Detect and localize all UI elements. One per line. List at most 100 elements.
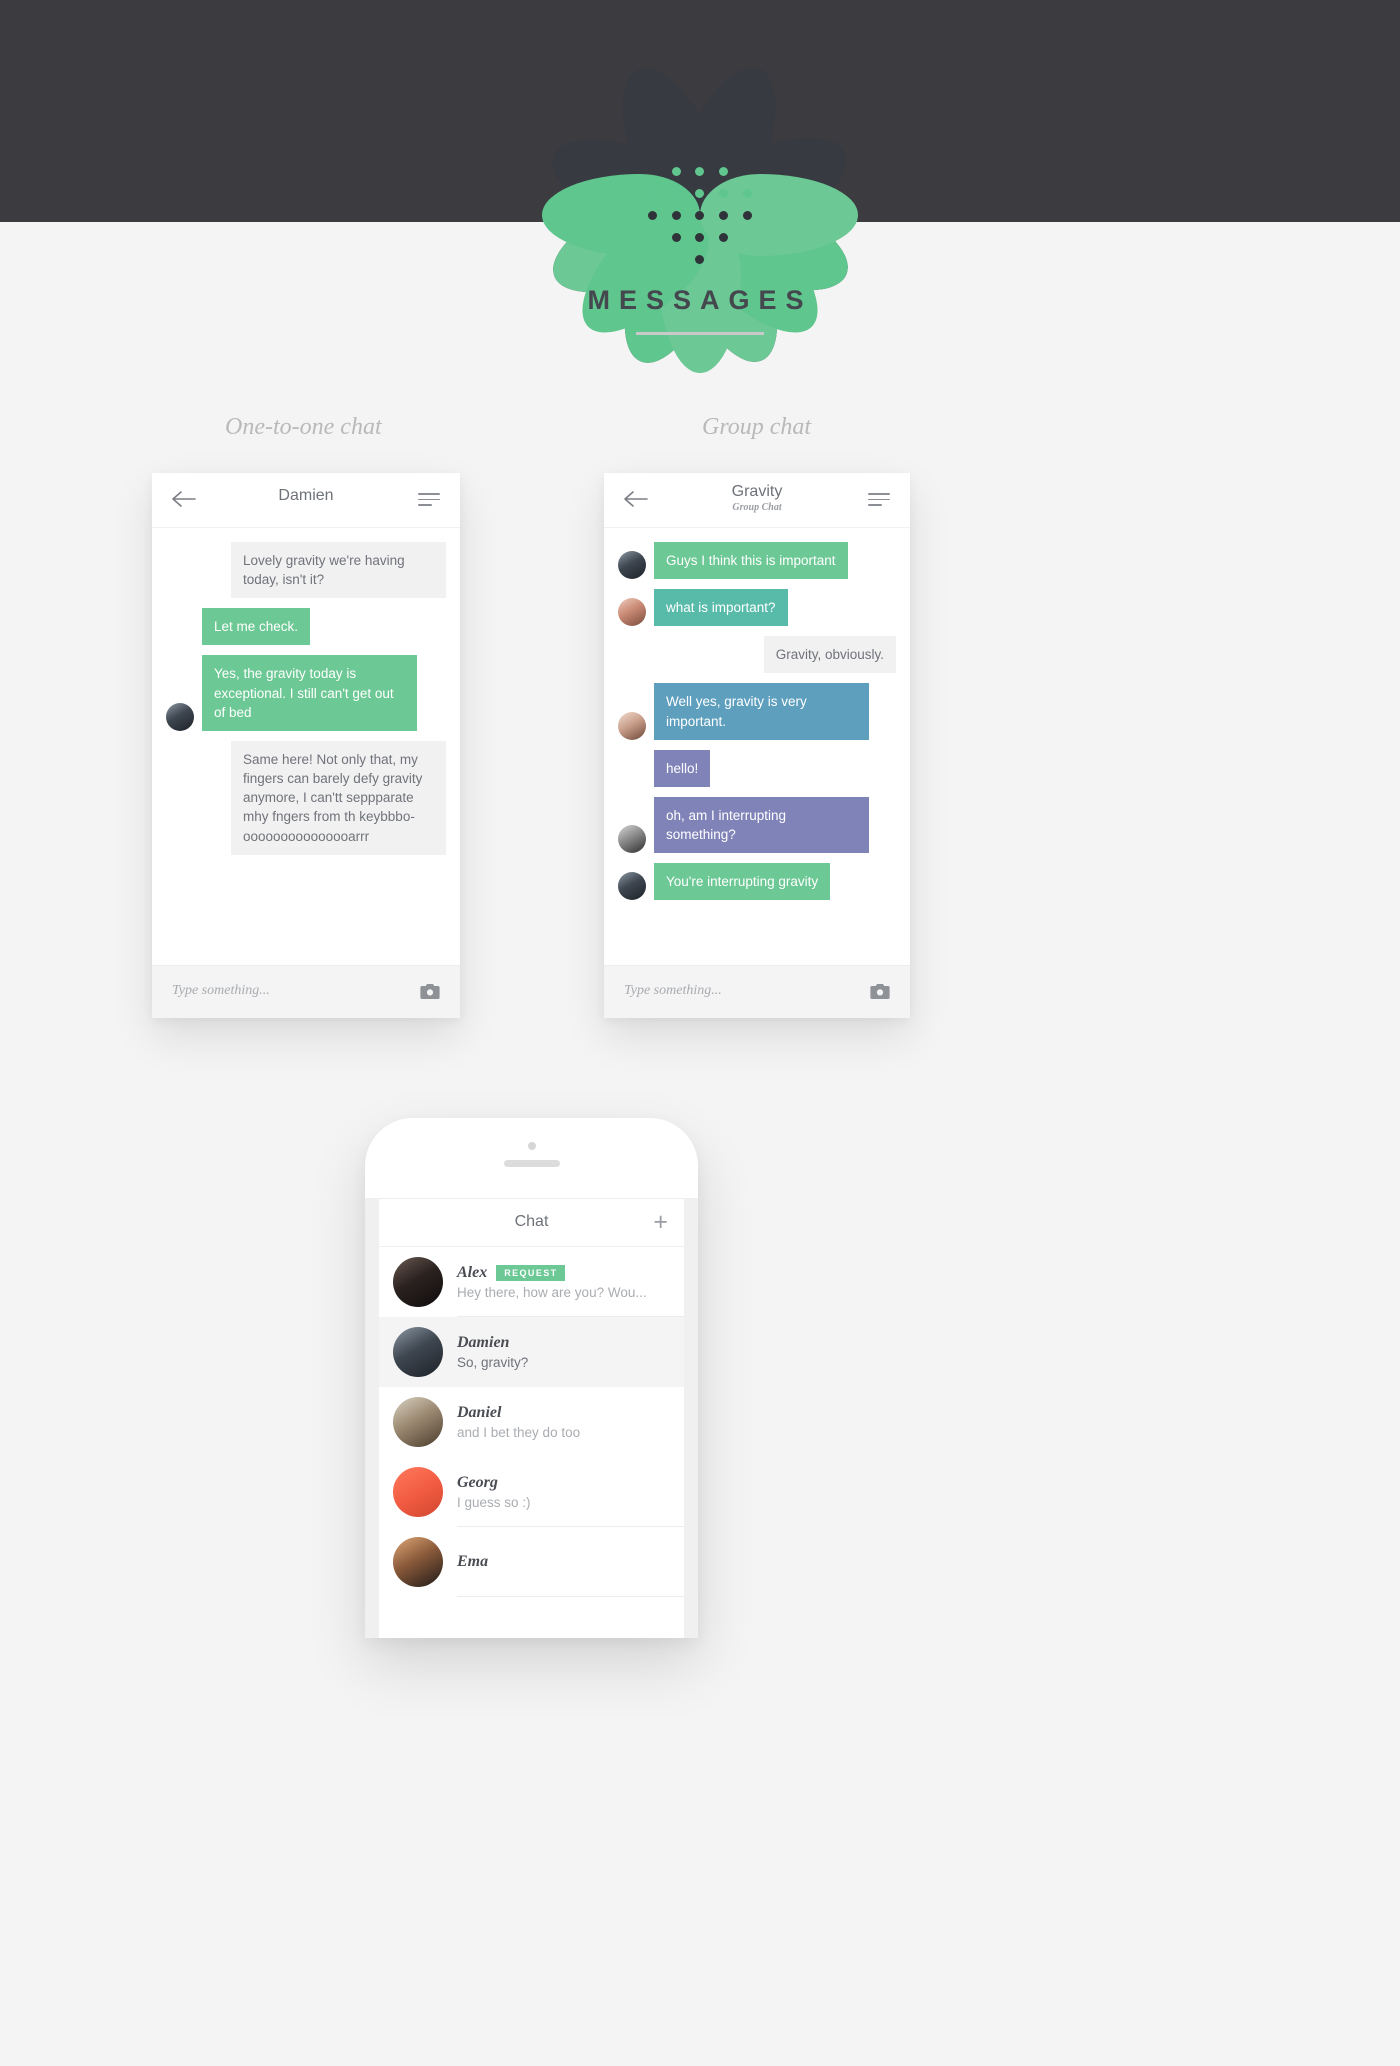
back-arrow-icon[interactable]: [624, 490, 648, 508]
message-list-group: Guys I think this is important what is im…: [604, 528, 910, 965]
hamburger-menu-icon[interactable]: [868, 493, 890, 507]
chat-list-title: Chat: [514, 1213, 549, 1230]
chat-list-item[interactable]: Damien So, gravity?: [379, 1317, 684, 1387]
back-arrow-icon[interactable]: [172, 490, 196, 508]
message-bubble: Guys I think this is important: [654, 542, 848, 580]
chat-list-item-preview: and I bet they do too: [457, 1425, 581, 1440]
title-divider: [636, 332, 764, 335]
one-to-one-chat-card: Damien Lovely gravity we're having today…: [152, 473, 460, 1018]
chat-list-item-preview: So, gravity?: [457, 1355, 529, 1370]
phone-camera-dot: [527, 1142, 536, 1150]
message-input-bar[interactable]: Type something...: [152, 965, 460, 1018]
message-row: Yes, the gravity today is exceptional. I…: [166, 655, 446, 731]
status-badge: REQUEST: [496, 1265, 565, 1281]
chat-list-name-row: Alex REQUEST: [457, 1264, 670, 1282]
avatar[interactable]: [618, 711, 646, 740]
plus-icon[interactable]: +: [653, 1210, 668, 1235]
message-bubble: Gravity, obviously.: [763, 636, 896, 674]
chat-title: Damien: [278, 487, 334, 504]
logo-dot: [648, 210, 658, 220]
chat-list-item-text: Georg I guess so :): [457, 1474, 670, 1510]
avatar: [393, 1257, 443, 1307]
logo-dot: [743, 167, 752, 176]
logo-dot: [743, 255, 752, 264]
chat-list-name-row: Ema: [457, 1553, 670, 1571]
phone-bezel-left: [365, 1198, 379, 1638]
avatar: [393, 1537, 443, 1587]
message-row: Well yes, gravity is very important.: [618, 683, 896, 740]
message-bubble: You're interrupting gravity: [654, 863, 831, 901]
logo-dot: [743, 233, 752, 242]
message-row: hello!: [618, 749, 896, 787]
logo-dot: [648, 167, 657, 176]
logo-dot: [719, 255, 728, 264]
logo-dot: [671, 232, 681, 242]
logo-dot: [695, 166, 705, 176]
message-row: You're interrupting gravity: [618, 863, 896, 901]
chat-list-item[interactable]: Georg I guess so :): [379, 1457, 684, 1527]
avatar: [393, 1397, 443, 1447]
message-row: what is important?: [618, 589, 896, 627]
logo-dot: [742, 188, 752, 198]
camera-icon[interactable]: [420, 983, 440, 1000]
avatar: [393, 1467, 443, 1517]
chat-list-item[interactable]: Alex REQUEST Hey there, how are you? Wou..…: [379, 1247, 684, 1317]
phone-bezel-right: [684, 1198, 698, 1638]
chat-title: Gravity: [731, 483, 783, 500]
list-separator: [457, 1596, 684, 1597]
chat-list-item-text: Ema: [457, 1553, 670, 1571]
logo-dot: [742, 210, 752, 220]
hamburger-menu-icon[interactable]: [418, 493, 440, 507]
section-label-one-to-one: One-to-one chat: [225, 414, 382, 440]
chat-list-name-row: Daniel: [457, 1404, 670, 1422]
chat-header: Gravity Group Chat: [604, 473, 910, 528]
chat-list-item-preview: I guess so :): [457, 1495, 531, 1510]
chat-list-item-text: Alex REQUEST Hey there, how are you? Wou..…: [457, 1264, 670, 1300]
chat-list-item-name: Georg: [457, 1474, 498, 1491]
message-bubble: Let me check.: [202, 608, 311, 646]
avatar[interactable]: [618, 598, 646, 627]
page-title: MESSAGES: [587, 285, 813, 315]
logo-dot: [719, 188, 729, 198]
logo-dot: [671, 210, 681, 220]
message-bubble: Same here! Not only that, my fingers can…: [231, 740, 446, 855]
chat-list-item[interactable]: Daniel and I bet they do too: [379, 1387, 684, 1457]
message-row: Guys I think this is important: [618, 542, 896, 580]
chat-list-topbar: Chat +: [379, 1199, 684, 1247]
logo-dot: [695, 188, 705, 198]
message-bubble: what is important?: [654, 589, 788, 627]
message-list-one-to-one: Lovely gravity we're having today, isn't…: [152, 528, 460, 965]
avatar[interactable]: [618, 825, 646, 854]
logo-dot: [719, 166, 729, 176]
avatar[interactable]: [166, 702, 194, 731]
avatar[interactable]: [618, 551, 646, 580]
logo-dot: [648, 255, 657, 264]
logo-dot-matrix: [641, 160, 759, 270]
logo-dot: [719, 232, 729, 242]
logo-dot: [671, 166, 681, 176]
message-row: oh, am I interrupting something?: [618, 796, 896, 854]
message-input-placeholder[interactable]: Type something...: [172, 983, 270, 999]
message-input-bar[interactable]: Type something...: [604, 965, 910, 1018]
logo-dot: [648, 188, 658, 198]
phone-screen: Chat + Alex REQUEST Hey there, how are you…: [379, 1198, 684, 1638]
logo-dot: [695, 232, 705, 242]
group-chat-card: Gravity Group Chat Guys I think this is …: [604, 473, 910, 1018]
message-bubble: Lovely gravity we're having today, isn't…: [231, 542, 446, 599]
chat-header: Damien: [152, 473, 460, 528]
message-row: Same here! Not only that, my fingers can…: [166, 740, 446, 855]
avatar[interactable]: [618, 872, 646, 901]
chat-list-name-row: Georg: [457, 1474, 670, 1492]
logo-dot: [695, 210, 705, 220]
chat-list-item-name: Ema: [457, 1553, 489, 1570]
chat-list-item[interactable]: Ema: [379, 1527, 684, 1597]
avatar: [393, 1327, 443, 1377]
chat-list-item-name: Daniel: [457, 1404, 502, 1421]
logo-dot: [671, 188, 681, 198]
chat-list-item-text: Damien So, gravity?: [457, 1334, 670, 1370]
message-input-placeholder[interactable]: Type something...: [624, 983, 722, 999]
chat-subtitle: Group Chat: [732, 501, 782, 513]
chat-list-item-name: Alex: [457, 1264, 488, 1281]
message-bubble: hello!: [654, 749, 711, 787]
camera-icon[interactable]: [870, 983, 890, 1000]
